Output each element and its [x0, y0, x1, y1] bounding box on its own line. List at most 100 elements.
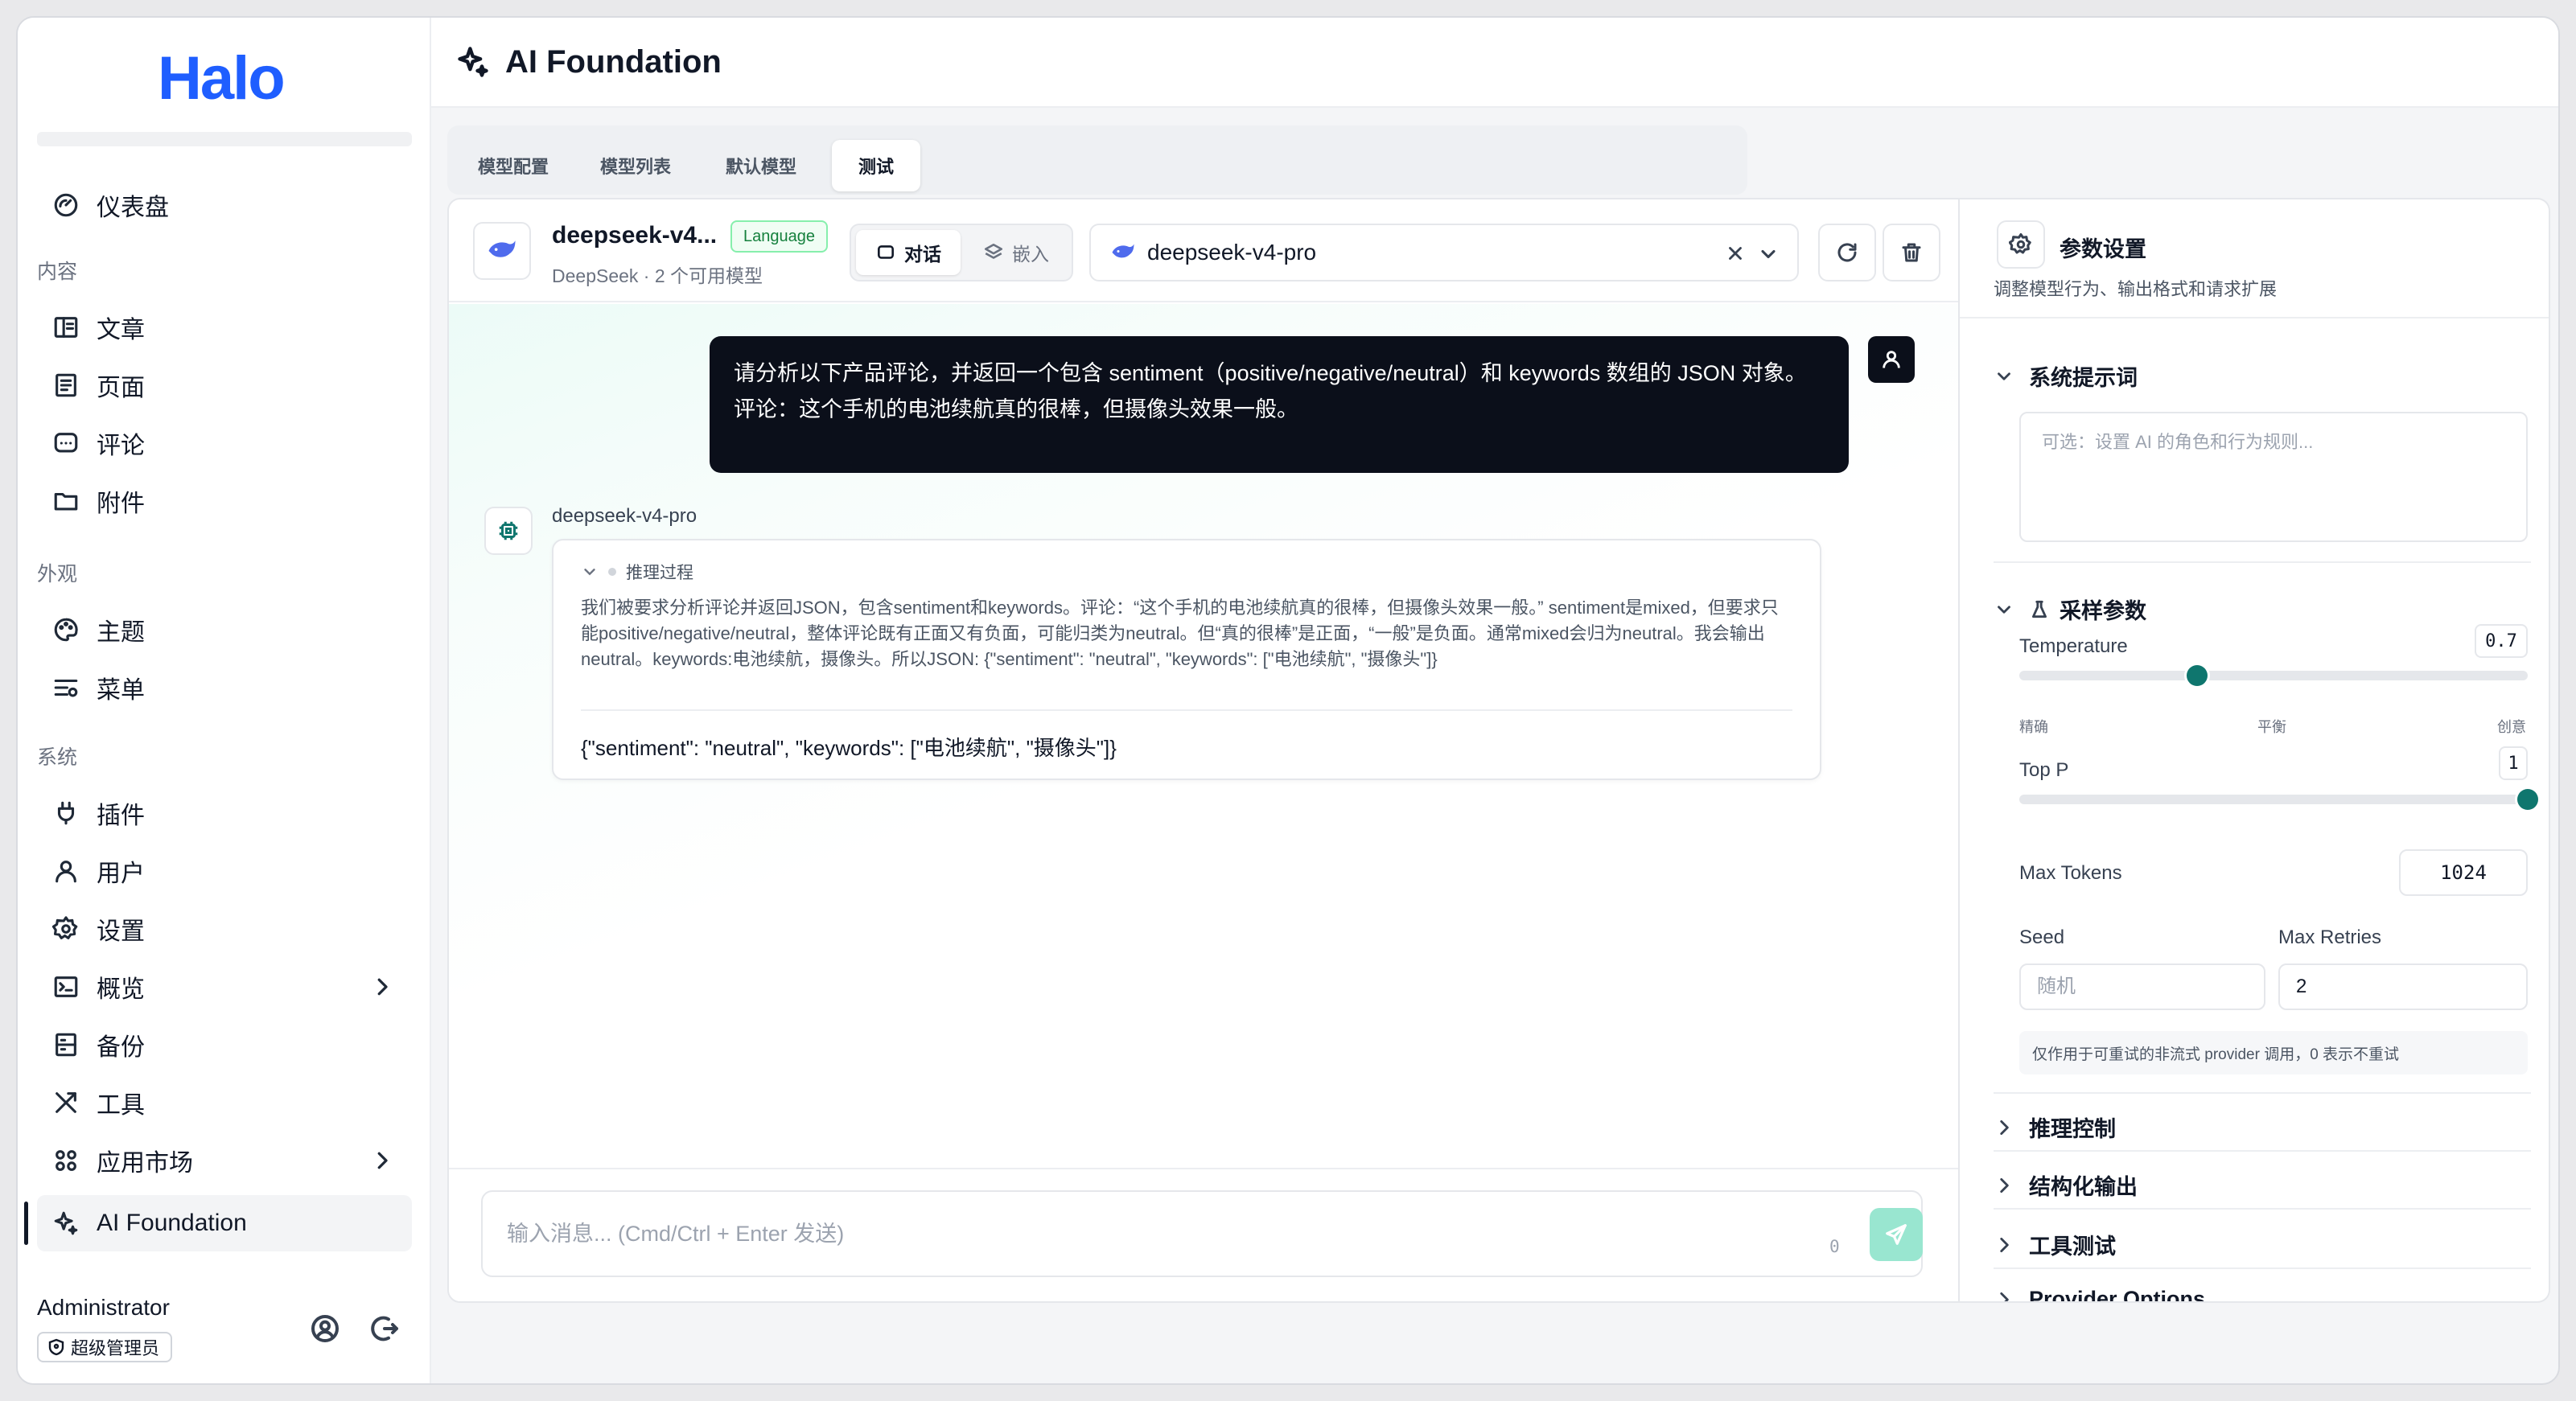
sidebar-item-dashboard[interactable]: 仪表盘	[37, 177, 412, 233]
chevron-down-icon	[1998, 372, 2010, 380]
temperature-slider[interactable]	[2019, 665, 2528, 686]
sidebar-item-themes[interactable]: 主题	[37, 602, 412, 658]
mode-chat-button[interactable]: 对话	[856, 230, 961, 275]
seed-input[interactable]	[2019, 963, 2265, 1010]
divider	[1994, 1267, 2531, 1269]
char-count: 0	[1829, 1237, 1840, 1256]
system-prompt-input[interactable]	[2019, 412, 2528, 542]
sidebar-item-settings[interactable]: 设置	[37, 901, 412, 957]
profile-button[interactable]	[309, 1313, 344, 1348]
divider	[581, 709, 1792, 711]
logout-button[interactable]	[368, 1313, 404, 1348]
sidebar-item-label: 工具	[97, 1092, 145, 1119]
divider	[1994, 1092, 2531, 1094]
sidebar-item-label: 仪表盘	[97, 195, 169, 221]
apps-icon	[50, 1144, 82, 1177]
sidebar-item-label: 应用市场	[97, 1150, 193, 1177]
sidebar-item-posts[interactable]: 文章	[37, 299, 412, 355]
tab-test[interactable]: 测试	[832, 140, 920, 191]
model-name: deepseek-v4...	[552, 222, 718, 249]
bot-name: deepseek-v4-pro	[552, 505, 697, 527]
sidebar-item-overview[interactable]: 概览	[37, 959, 412, 1015]
sidebar-item-pages[interactable]: 页面	[37, 357, 412, 413]
sidebar-item-backup[interactable]: 备份	[37, 1017, 412, 1073]
tab-model-config[interactable]: 模型配置	[463, 140, 563, 191]
mode-embed-label: 嵌入	[1012, 244, 1049, 265]
book-icon	[50, 311, 82, 343]
mode-embed-button[interactable]: 嵌入	[964, 230, 1068, 275]
max-tokens-input[interactable]	[2399, 849, 2528, 896]
top-p-label: Top P	[2019, 759, 2069, 781]
sidebar-item-attachments[interactable]: 附件	[37, 473, 412, 529]
sidebar-item-plugins[interactable]: 插件	[37, 785, 412, 841]
sidebar-item-app-market[interactable]: 应用市场	[37, 1132, 412, 1189]
reasoning-toggle[interactable]: 推理过程	[581, 560, 693, 584]
chevron-down-icon[interactable]	[1757, 243, 1780, 265]
seed-label: Seed	[2019, 926, 2065, 948]
section-provider-options[interactable]: Provider Options	[1994, 1287, 2205, 1301]
sidebar-item-label: 附件	[97, 491, 145, 517]
temperature-caption-precise: 精确	[2019, 719, 2048, 735]
page-title: AI Foundation	[505, 43, 722, 80]
tools-icon	[50, 1087, 82, 1119]
shield-icon	[48, 1338, 64, 1356]
temperature-value[interactable]: 0.7	[2475, 624, 2528, 658]
mode-chat-label: 对话	[904, 244, 941, 265]
logout-icon	[371, 1316, 398, 1341]
clear-chat-button[interactable]	[1883, 224, 1940, 281]
terminal-icon	[50, 971, 82, 1003]
message-input[interactable]	[481, 1190, 1923, 1277]
sidebar-item-label: AI Foundation	[97, 1210, 247, 1236]
backup-icon	[50, 1029, 82, 1061]
page-header: AI Foundation	[431, 18, 2558, 108]
send-button[interactable]	[1870, 1208, 1923, 1261]
chip-icon	[499, 521, 518, 540]
top-p-value[interactable]: 1	[2499, 746, 2528, 780]
status-dot	[608, 568, 616, 576]
nav-group-system: 系统	[37, 746, 78, 769]
sidebar-item-users[interactable]: 用户	[37, 843, 412, 899]
sidebar-item-comments[interactable]: 评论	[37, 415, 412, 471]
sidebar-item-label: 用户	[97, 861, 145, 887]
sidebar-item-tools[interactable]: 工具	[37, 1074, 412, 1131]
sidebar-item-label: 页面	[97, 375, 145, 401]
top-p-slider[interactable]	[2019, 789, 2538, 810]
user-circle-icon	[311, 1315, 339, 1342]
sidebar-item-ai-foundation[interactable]: AI Foundation	[37, 1195, 412, 1251]
chat-messages[interactable]: 请分析以下产品评论，并返回一个包含 sentiment（positive/neg…	[449, 304, 1958, 1166]
sparkle-icon	[458, 47, 488, 77]
user-icon	[50, 855, 82, 887]
chevron-right-icon	[2000, 1237, 2009, 1252]
halo-logo[interactable]: Halo	[158, 43, 286, 113]
section-sampling[interactable]: 采样参数	[1994, 594, 2146, 625]
tab-default-model[interactable]: 默认模型	[711, 140, 811, 191]
top-p-slider-thumb[interactable]	[2517, 789, 2538, 810]
refresh-button[interactable]	[1818, 224, 1876, 281]
sidebar-item-label: 评论	[97, 433, 145, 459]
divider	[1960, 317, 2549, 318]
sidebar-search-bar[interactable]	[37, 132, 412, 146]
section-structured-output[interactable]: 结构化输出	[1994, 1169, 2138, 1201]
temperature-slider-thumb[interactable]	[2187, 665, 2208, 686]
sidebar: Halo 仪表盘 内容 文章 页面 评论 附件 外观 主题 菜单 系统 插件 用…	[18, 18, 431, 1383]
sparkle-icon	[50, 1207, 82, 1239]
gear-icon	[50, 913, 82, 945]
active-indicator	[24, 1202, 28, 1245]
sidebar-item-menus[interactable]: 菜单	[37, 659, 412, 716]
chevron-right-icon	[2000, 1292, 2009, 1301]
divider	[1994, 561, 2531, 563]
section-label: 结构化输出	[2029, 1175, 2138, 1199]
section-tool-test[interactable]: 工具测试	[1994, 1229, 2116, 1260]
section-system-prompt[interactable]: 系统提示词	[1994, 360, 2138, 392]
tab-model-list[interactable]: 模型列表	[586, 140, 685, 191]
max-retries-label: Max Retries	[2278, 926, 2382, 948]
whale-icon	[1112, 244, 1134, 258]
divider	[1994, 1208, 2531, 1210]
chevron-down-icon	[584, 569, 595, 576]
refresh-icon	[1837, 243, 1857, 262]
section-reasoning-control[interactable]: 推理控制	[1994, 1111, 2116, 1143]
clear-icon[interactable]	[1725, 243, 1746, 264]
model-select[interactable]: deepseek-v4-pro	[1089, 224, 1799, 281]
answer-text: {"sentiment": "neutral", "keywords": ["电…	[581, 736, 1117, 760]
max-retries-input[interactable]	[2278, 963, 2528, 1010]
